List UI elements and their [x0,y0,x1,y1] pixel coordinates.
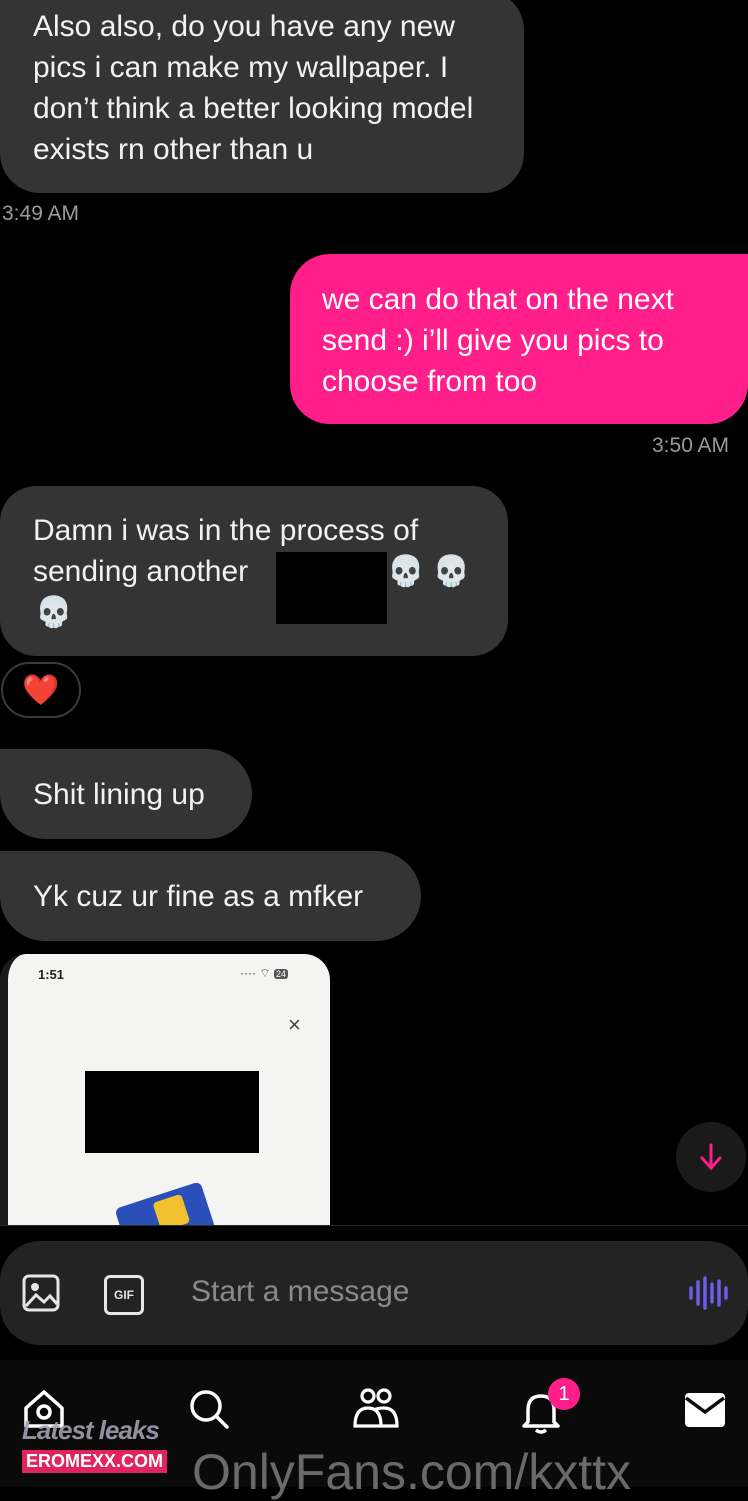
message-input[interactable]: Start a message [191,1275,409,1309]
watermark-tag: EROMEXX.COM [22,1450,168,1473]
divider [0,1225,748,1226]
image-icon [22,1274,60,1312]
users-icon [353,1388,399,1428]
image-upload-button[interactable] [22,1274,60,1317]
close-icon: × [288,1012,301,1037]
preview-status-time: 1:51 [38,967,65,982]
message-text: we can do that on the next send :) i’ll … [322,283,674,398]
message-text-line: Damn i was in the process of [33,514,419,547]
arrow-down-icon [700,1143,722,1171]
redaction-block [276,552,387,624]
signal-icon: ···· [240,966,256,980]
gif-button[interactable]: GIF [104,1275,144,1315]
message-bubble-incoming[interactable]: Also also, do you have any new pics i ca… [0,0,524,193]
gif-icon: GIF [114,1288,134,1302]
redaction-block [85,1071,259,1153]
message-bubble-incoming[interactable]: Shit lining up [0,749,252,839]
battery-icon: 24 [273,969,288,979]
card-graphic [114,1181,216,1226]
skull-emoji: 💀 [35,596,73,629]
message-text-line: sending another [33,555,249,588]
image-attachment[interactable]: 1:51 ···· ⌔ 24 × [0,954,330,1226]
nav-search[interactable] [188,1388,230,1435]
wifi-icon: ⌔ [259,966,271,980]
heart-icon: ❤️ [22,673,60,707]
battery-level: 24 [275,969,286,979]
watermark-url: OnlyFans.com/kxttx [192,1444,631,1500]
voice-message-button[interactable] [688,1276,728,1315]
search-icon [190,1390,229,1429]
message-text: Yk cuz ur fine as a mfker [33,880,364,913]
message-timestamp: 3:49 AM [2,202,80,225]
message-bubble-incoming[interactable]: Yk cuz ur fine as a mfker [0,851,421,941]
message-bubble-incoming[interactable]: Damn i was in the process of sending ano… [0,486,508,656]
message-composer: GIF Start a message [0,1241,748,1345]
message-text: Also also, do you have any new pics i ca… [33,10,474,166]
watermark-text: Latest leaks [22,1415,160,1445]
message-text: Shit lining up [33,778,205,811]
message-bubble-outgoing[interactable]: we can do that on the next send :) i’ll … [290,254,748,424]
nav-subscriptions[interactable] [352,1388,400,1435]
preview-status-icons: ···· ⌔ 24 [240,966,288,981]
nav-messages[interactable] [684,1392,726,1433]
heart-reaction[interactable]: ❤️ [1,662,81,718]
audio-wave-icon [689,1276,728,1310]
scroll-down-button[interactable] [676,1122,746,1192]
mail-icon [684,1393,726,1427]
message-timestamp: 3:50 AM [652,434,730,457]
notifications-badge: 1 [548,1378,580,1410]
skull-emoji: 💀 💀 [387,555,471,588]
